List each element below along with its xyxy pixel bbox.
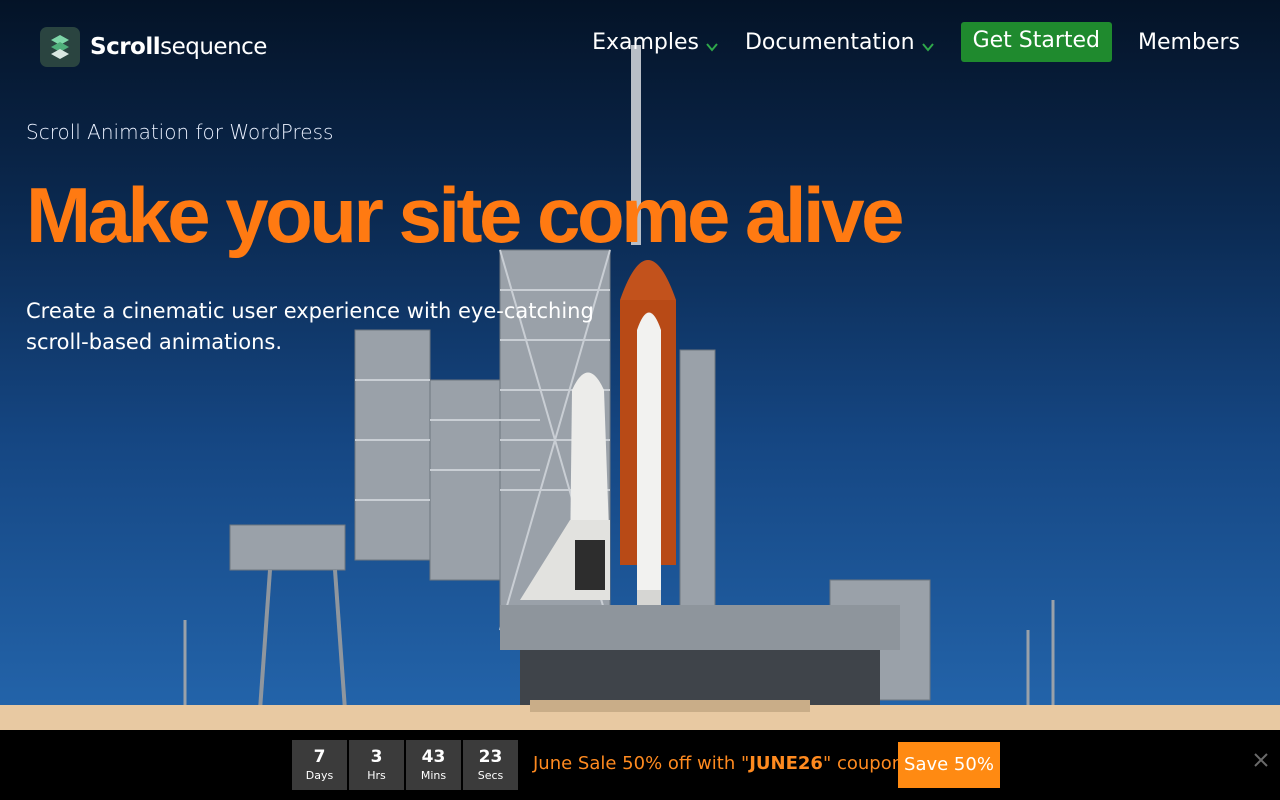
- countdown-hours: 3 Hrs: [349, 740, 404, 790]
- countdown-value: 7: [313, 746, 326, 767]
- site-header: Scrollsequence Examples Documentation Ge…: [0, 0, 1280, 92]
- countdown-timer: 7 Days 3 Hrs 43 Mins 23 Secs: [292, 740, 520, 790]
- countdown-unit: Hrs: [367, 768, 386, 782]
- sale-bar: 7 Days 3 Hrs 43 Mins 23 Secs June Sale 5…: [0, 730, 1280, 800]
- sale-message: June Sale 50% off with "JUNE26" coupon!: [533, 753, 911, 774]
- logo-wordmark: Scrollsequence: [90, 34, 267, 60]
- countdown-unit: Mins: [420, 768, 447, 782]
- get-started-button[interactable]: Get Started: [960, 22, 1113, 62]
- countdown-seconds: 23 Secs: [463, 740, 518, 790]
- countdown-unit: Days: [305, 768, 334, 782]
- countdown-value: 23: [478, 746, 503, 767]
- site-logo[interactable]: Scrollsequence: [40, 27, 267, 67]
- countdown-value: 3: [370, 746, 383, 767]
- nav-item-label: Documentation: [744, 29, 915, 55]
- close-icon[interactable]: [1251, 750, 1271, 770]
- scrollsequence-logo-icon: [40, 27, 80, 67]
- countdown-days: 7 Days: [292, 740, 347, 790]
- countdown-minutes: 43 Mins: [406, 740, 461, 790]
- nav-item-members[interactable]: Members: [1138, 30, 1240, 55]
- page-title: Make your site come alive: [26, 171, 904, 259]
- countdown-value: 43: [421, 746, 446, 767]
- countdown-unit: Secs: [477, 768, 504, 782]
- chevron-down-icon: [706, 43, 718, 52]
- launch-pad-image: [0, 45, 1280, 730]
- chevron-down-icon: [921, 43, 934, 52]
- main-nav: Examples Documentation Get Started Membe…: [566, 22, 1240, 62]
- nav-item-documentation[interactable]: Documentation: [745, 30, 935, 55]
- nav-item-label: Examples: [592, 29, 699, 55]
- hero-subline: Create a cinematic user experience with …: [26, 299, 594, 354]
- coupon-code: JUNE26: [749, 753, 823, 774]
- hero-kicker: Scroll Animation for WordPress: [26, 120, 334, 144]
- save-50-button[interactable]: Save 50%: [898, 742, 1000, 788]
- hero-section: Scrollsequence Examples Documentation Ge…: [0, 0, 1280, 730]
- nav-item-examples[interactable]: Examples: [592, 30, 719, 55]
